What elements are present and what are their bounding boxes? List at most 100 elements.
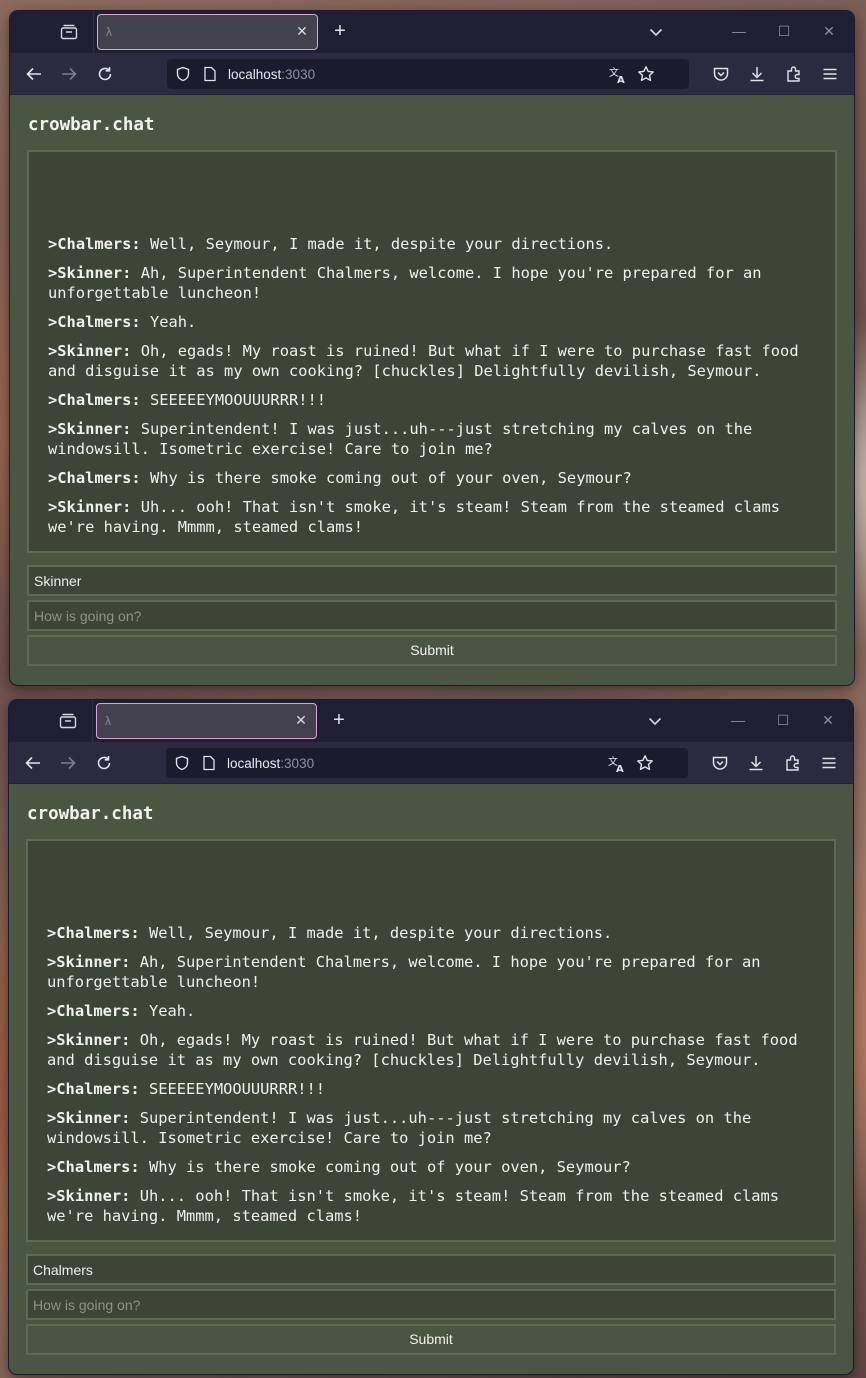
tab-strip: λ ✕ + — ☐ ✕ — [10, 11, 854, 53]
message-caret: > — [47, 1031, 57, 1049]
tab-active[interactable]: λ ✕ — [96, 703, 317, 739]
maximize-icon[interactable]: ☐ — [776, 23, 792, 39]
bookmark-star-icon[interactable] — [636, 754, 654, 772]
message-text: Superintendent! I was just...uh---just s… — [48, 420, 762, 458]
svg-text:A: A — [616, 764, 624, 773]
message-speaker: Chalmers: — [57, 313, 141, 331]
url-text[interactable]: localhost:3030 — [227, 756, 314, 771]
message-speaker: Chalmers: — [56, 1002, 140, 1020]
submit-button[interactable]: Submit — [27, 635, 837, 666]
minimize-icon[interactable]: — — [731, 23, 747, 39]
close-window-icon[interactable]: ✕ — [821, 23, 837, 39]
translate-icon[interactable]: 文A — [609, 66, 627, 86]
tab-active[interactable]: λ ✕ — [97, 14, 318, 50]
message-text: Uh... ooh! That isn't smoke, it's steam!… — [48, 498, 790, 536]
message-input[interactable]: How is going on? — [27, 600, 837, 631]
message-text: Yeah. — [149, 313, 197, 331]
tab-manager-icon[interactable] — [58, 22, 80, 42]
message-caret: > — [48, 469, 58, 487]
message-caret: > — [48, 342, 58, 360]
tab-divider — [92, 700, 93, 742]
hamburger-menu-icon[interactable] — [821, 65, 839, 83]
message-text: Superintendent! I was just...uh---just s… — [47, 1109, 761, 1147]
message-caret: > — [47, 924, 57, 942]
message-text: Oh, egads! My roast is ruined! But what … — [48, 342, 808, 380]
message-text: Well, Seymour, I made it, despite your d… — [148, 924, 613, 942]
message-text: Oh, egads! My roast is ruined! But what … — [47, 1031, 807, 1069]
tab-manager-icon[interactable] — [57, 711, 79, 731]
message-speaker: Chalmers: — [57, 391, 141, 409]
close-window-icon[interactable]: ✕ — [820, 712, 836, 728]
message-caret: > — [47, 1109, 57, 1127]
new-tab-icon[interactable]: + — [329, 710, 349, 731]
message-speaker: Chalmers: — [56, 924, 140, 942]
url-text[interactable]: localhost:3030 — [228, 67, 315, 82]
page-icon[interactable] — [203, 66, 217, 82]
chevron-down-icon[interactable] — [647, 713, 663, 729]
message-caret: > — [47, 1080, 57, 1098]
chat-message: >Chalmers: SEEEEEYMOOUUURRR!!! — [48, 390, 825, 410]
message-text: Yeah. — [148, 1002, 196, 1020]
message-speaker: Skinner: — [57, 342, 132, 360]
chat-message: >Chalmers: Well, Seymour, I made it, des… — [47, 923, 824, 943]
chat-log[interactable]: >Chalmers: Well, Seymour, I made it, des… — [26, 839, 836, 1242]
maximize-icon[interactable]: ☐ — [775, 712, 791, 728]
submit-button[interactable]: Submit — [26, 1324, 836, 1355]
pocket-icon[interactable] — [711, 754, 729, 772]
url-bar[interactable]: localhost:3030 文A — [166, 748, 688, 778]
message-caret: > — [47, 1158, 57, 1176]
chat-message: >Skinner: Uh... ooh! That isn't smoke, i… — [48, 497, 825, 537]
shield-icon[interactable] — [175, 66, 191, 82]
extensions-icon[interactable] — [785, 65, 803, 83]
message-text: Ah, Superintendent Chalmers, welcome. I … — [47, 953, 770, 991]
back-arrow-icon[interactable] — [25, 65, 43, 83]
forward-arrow-icon[interactable] — [59, 754, 77, 772]
url-host: localhost — [228, 67, 282, 82]
browser-window-chalmers: λ ✕ + — ☐ ✕ localhost:3030 文 A crowbar.c… — [9, 700, 853, 1374]
translate-icon[interactable]: 文A — [608, 755, 626, 775]
message-text: SEEEEEYMOOUUURRR!!! — [149, 391, 327, 409]
message-caret: > — [47, 1187, 57, 1205]
download-icon[interactable] — [748, 65, 766, 83]
back-arrow-icon[interactable] — [24, 754, 42, 772]
minimize-icon[interactable]: — — [730, 712, 746, 728]
message-speaker: Skinner: — [57, 498, 132, 516]
chat-message: >Chalmers: Yeah. — [47, 1001, 824, 1021]
new-tab-icon[interactable]: + — [330, 21, 350, 42]
message-text: Ah, Superintendent Chalmers, welcome. I … — [48, 264, 771, 302]
message-caret: > — [48, 498, 58, 516]
url-bar[interactable]: localhost:3030 文A — [167, 59, 689, 89]
name-input[interactable]: Chalmers — [26, 1254, 836, 1285]
chevron-down-icon[interactable] — [648, 24, 664, 40]
pocket-icon[interactable] — [712, 65, 730, 83]
message-caret: > — [48, 420, 58, 438]
message-speaker: Chalmers: — [57, 469, 141, 487]
message-speaker: Skinner: — [57, 264, 132, 282]
shield-icon[interactable] — [174, 755, 190, 771]
message-speaker: Skinner: — [56, 1187, 131, 1205]
page-icon[interactable] — [202, 755, 216, 771]
tab-title: λ — [105, 714, 111, 728]
extensions-icon[interactable] — [784, 754, 802, 772]
tab-title: λ — [106, 25, 112, 39]
nav-bar: localhost:3030 文A — [9, 742, 853, 784]
hamburger-menu-icon[interactable] — [820, 754, 838, 772]
url-host: localhost — [227, 756, 281, 771]
tab-close-icon[interactable]: ✕ — [295, 24, 309, 38]
message-text: Why is there smoke coming out of your ov… — [148, 1158, 631, 1176]
message-input[interactable]: How is going on? — [26, 1289, 836, 1320]
message-text: Well, Seymour, I made it, despite your d… — [149, 235, 614, 253]
name-input[interactable]: Skinner — [27, 565, 837, 596]
chat-message: >Chalmers: Yeah. — [48, 312, 825, 332]
reload-icon[interactable] — [96, 65, 114, 83]
nav-bar: localhost:3030 文A — [10, 53, 854, 95]
forward-arrow-icon[interactable] — [60, 65, 78, 83]
tab-close-icon[interactable]: ✕ — [294, 713, 308, 727]
message-speaker: Skinner: — [56, 1031, 131, 1049]
bookmark-star-icon[interactable] — [637, 65, 655, 83]
chat-message: >Skinner: Oh, egads! My roast is ruined!… — [48, 341, 825, 381]
reload-icon[interactable] — [95, 754, 113, 772]
chat-log[interactable]: >Chalmers: Well, Seymour, I made it, des… — [27, 150, 837, 553]
download-icon[interactable] — [747, 754, 765, 772]
chat-message: >Skinner: Oh, egads! My roast is ruined!… — [47, 1030, 824, 1070]
